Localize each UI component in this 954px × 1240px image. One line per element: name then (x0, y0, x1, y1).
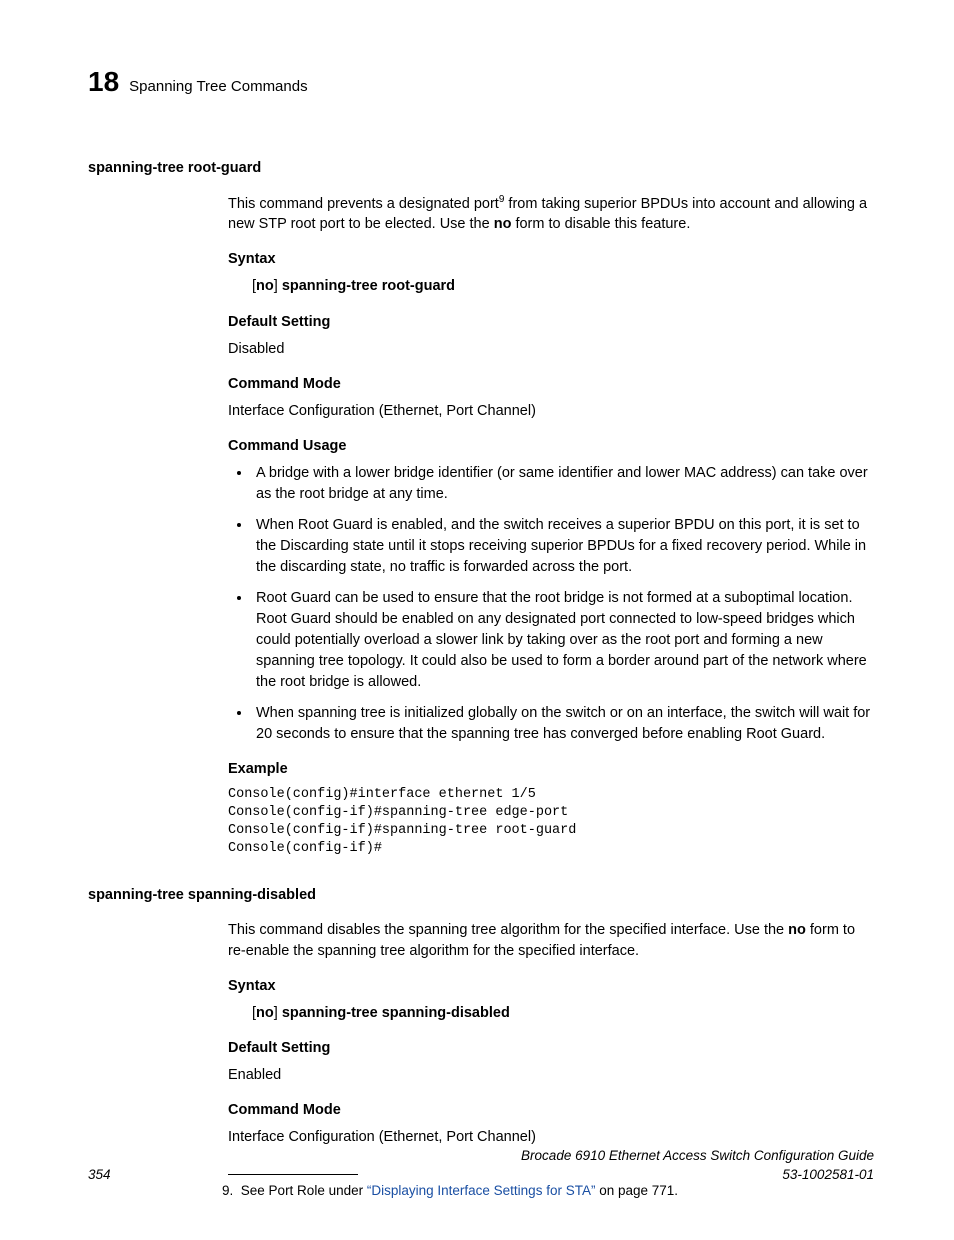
keyword-no: no (494, 216, 512, 232)
example-code: Console(config)#interface ethernet 1/5 C… (228, 786, 874, 859)
mode-heading: Command Mode (228, 1100, 874, 1121)
syntax-text: [no] spanning-tree root-guard (252, 276, 874, 297)
text: ] (274, 1005, 282, 1021)
mode-heading: Command Mode (228, 374, 874, 395)
page-header: 18 Spanning Tree Commands (88, 62, 874, 103)
usage-item: Root Guard can be used to ensure that th… (252, 588, 874, 693)
syntax-command: spanning-tree spanning-disabled (282, 1005, 510, 1021)
mode-value: Interface Configuration (Ethernet, Port … (228, 1127, 874, 1148)
command-description: This command disables the spanning tree … (228, 920, 874, 962)
page-footer: 354 Brocade 6910 Ethernet Access Switch … (88, 1146, 874, 1185)
default-heading: Default Setting (228, 1038, 874, 1059)
syntax-command: spanning-tree root-guard (282, 278, 455, 294)
keyword-no: no (256, 1005, 274, 1021)
mode-value: Interface Configuration (Ethernet, Port … (228, 401, 874, 422)
usage-list: A bridge with a lower bridge identifier … (228, 463, 874, 745)
command-description: This command prevents a designated port9… (228, 193, 874, 236)
page-number: 354 (88, 1165, 111, 1185)
text: form to disable this feature. (511, 216, 690, 232)
syntax-heading: Syntax (228, 976, 874, 997)
syntax-text: [no] spanning-tree spanning-disabled (252, 1003, 874, 1024)
text: This command disables the spanning tree … (228, 922, 788, 938)
command-name: spanning-tree root-guard (88, 158, 874, 179)
default-heading: Default Setting (228, 312, 874, 333)
usage-heading: Command Usage (228, 436, 874, 457)
usage-item: When Root Guard is enabled, and the swit… (252, 515, 874, 578)
default-value: Enabled (228, 1065, 874, 1086)
syntax-heading: Syntax (228, 249, 874, 270)
default-value: Disabled (228, 339, 874, 360)
text: on page 771. (595, 1183, 678, 1198)
keyword-no: no (256, 278, 274, 294)
chapter-number: 18 (88, 62, 119, 103)
footnote-link[interactable]: “Displaying Interface Settings for STA” (367, 1183, 596, 1198)
text: See Port Role under (241, 1183, 367, 1198)
chapter-title: Spanning Tree Commands (129, 76, 307, 98)
command-section-spanning-disabled: spanning-tree spanning-disabled This com… (88, 885, 874, 1148)
text: This command prevents a designated port (228, 195, 499, 211)
usage-item: When spanning tree is initialized global… (252, 703, 874, 745)
command-name: spanning-tree spanning-disabled (88, 885, 874, 906)
example-heading: Example (228, 759, 874, 780)
footnote-number: 9. (222, 1183, 233, 1198)
keyword-no: no (788, 922, 806, 938)
footer-docnum: 53-1002581-01 (521, 1165, 874, 1185)
usage-item: A bridge with a lower bridge identifier … (252, 463, 874, 505)
footer-title: Brocade 6910 Ethernet Access Switch Conf… (521, 1146, 874, 1166)
text: ] (274, 278, 282, 294)
command-section-root-guard: spanning-tree root-guard This command pr… (88, 158, 874, 859)
